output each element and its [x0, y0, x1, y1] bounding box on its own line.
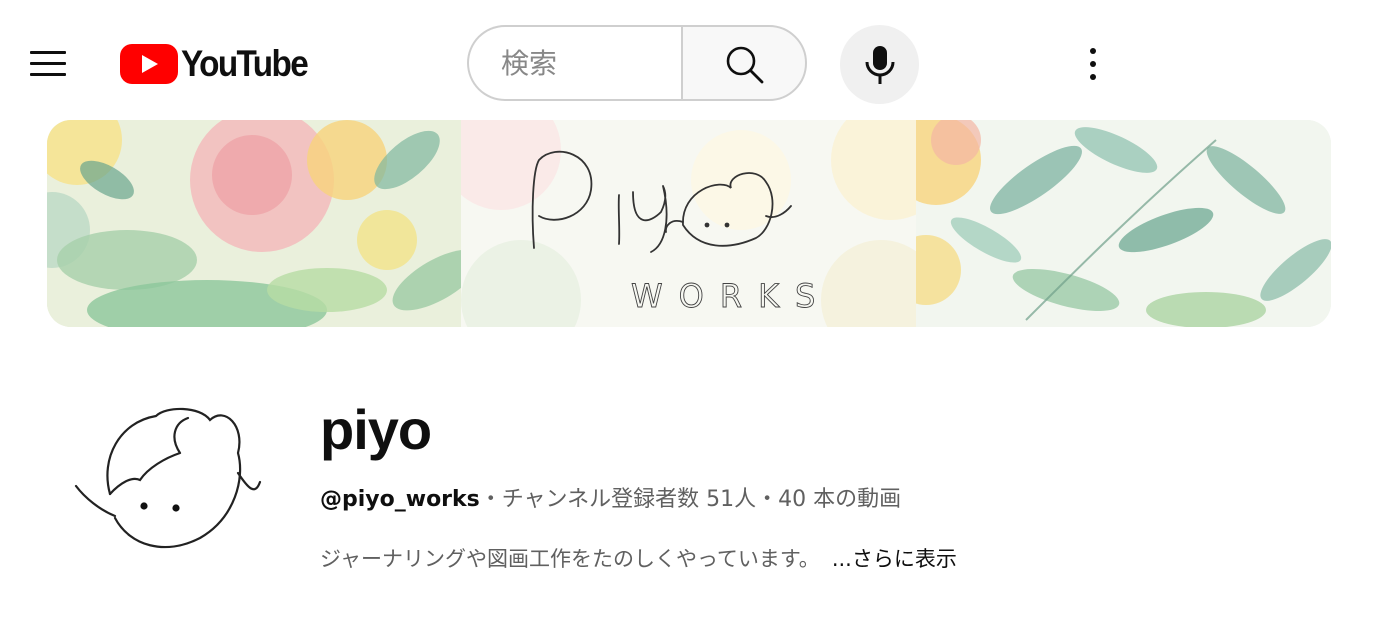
banner-leaves-right	[916, 120, 1331, 327]
meta-separator: ・	[756, 487, 779, 512]
search-box	[467, 25, 681, 101]
show-more-link[interactable]: ...さらに表示	[832, 547, 957, 571]
banner-logo-text: WORKS	[631, 277, 831, 315]
meta-separator: ・	[479, 487, 502, 512]
voice-search-button[interactable]	[840, 25, 919, 104]
channel-description[interactable]: ジャーナリングや図画工作をたのしくやっています。 ...さらに表示	[320, 543, 957, 575]
piyo-eye-right	[724, 222, 730, 228]
logo-text: YouTube	[181, 43, 309, 84]
subscriber-count: チャンネル登録者数 51人	[501, 487, 757, 512]
microphone-icon	[865, 46, 895, 84]
channel-meta: @piyo_works・チャンネル登録者数 51人・40 本の動画	[320, 485, 901, 515]
search-button[interactable]	[681, 25, 807, 101]
banner-flowers-left	[47, 120, 461, 327]
banner-center: WORKS	[461, 120, 916, 327]
channel-name: piyo	[320, 398, 432, 461]
youtube-play-icon	[120, 44, 178, 84]
more-options-button[interactable]	[1070, 40, 1116, 88]
youtube-logo[interactable]: YouTube	[120, 43, 321, 84]
description-text: ジャーナリングや図画工作をたのしくやっています。	[320, 547, 820, 571]
top-bar: YouTube	[0, 0, 1392, 120]
channel-handle[interactable]: @piyo_works	[320, 487, 480, 512]
search-icon	[726, 46, 764, 84]
piyo-eye-left	[704, 222, 710, 228]
channel-avatar[interactable]	[70, 398, 266, 558]
hamburger-menu-icon[interactable]	[22, 40, 74, 88]
channel-banner: WORKS	[47, 120, 1331, 327]
search-input[interactable]	[469, 27, 671, 99]
video-count: 40 本の動画	[778, 487, 902, 512]
